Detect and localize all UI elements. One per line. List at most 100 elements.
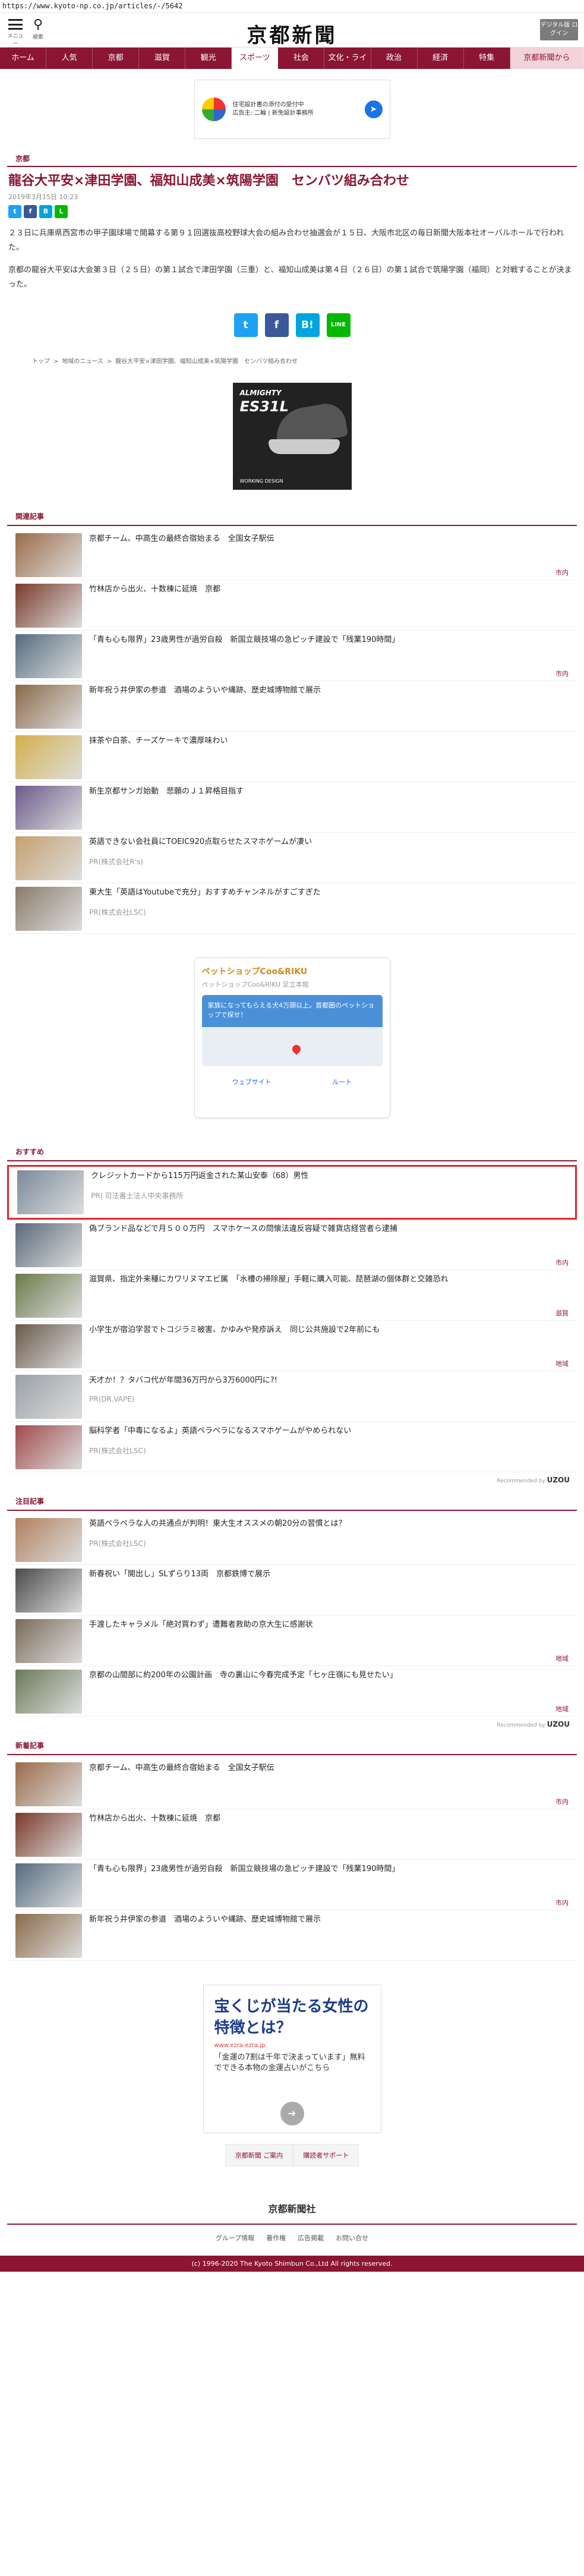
footer-logo[interactable]: 京都新聞社 xyxy=(7,2190,577,2225)
nav-item[interactable]: 政治 xyxy=(371,48,418,69)
list-item[interactable]: 「青も心も限界」23歳男性が過労自殺 新国立競技場の急ピッチ建設で「残業190時… xyxy=(7,631,577,681)
breadcrumb-item[interactable]: トップ xyxy=(32,358,50,365)
twitter-icon[interactable]: t xyxy=(233,313,258,337)
shop-website-button[interactable]: ウェブサイト xyxy=(232,1077,272,1087)
facebook-icon[interactable]: f xyxy=(264,313,289,337)
article-thumbnail[interactable] xyxy=(15,634,82,678)
list-item-title[interactable]: クレジットカードから115万円返金された某山安泰（68）男性 xyxy=(91,1170,567,1182)
ad-arrow-icon[interactable]: ➤ xyxy=(364,100,383,118)
list-item-title[interactable]: 京都の山間部に約200年の公園計画 寺の裏山に今春完成予定「七ヶ庄嶺にも見せたい… xyxy=(89,1670,569,1681)
list-item[interactable]: 英語ペラペラな人の共通点が判明！東大生オススメの朝20分の習慣とは？ PR(株式会… xyxy=(7,1514,577,1565)
list-item-title[interactable]: 小学生が宿泊学習でトコジラミ被害、かゆみや発疹訴え 同じ公共施設で2年前にも xyxy=(89,1324,569,1336)
list-item[interactable]: 手渡したキャラメル「絶対買わず」遭難者救助の京大生に感謝状地域 xyxy=(7,1615,577,1666)
list-item[interactable]: 滋賀県、指定外来種にカワリヌマエビ属 「水槽の掃除屋」手軽に購入可能、琵琶湖の個… xyxy=(7,1270,577,1321)
list-item-title[interactable]: 偽ブランド品などで月５００万円 スマホケースの問懐法違反容疑で雑貨店経営者ら逮捕 xyxy=(89,1223,569,1235)
article-thumbnail[interactable] xyxy=(15,1324,82,1368)
list-item-title[interactable]: 抹茶や白茶、チーズケーキで濃厚味わい xyxy=(89,735,569,747)
digital-login-button[interactable]: デジタル版 ログイン xyxy=(540,19,578,40)
list-item[interactable]: 京都チーム、中高生の最終合宿始まる 全国女子駅伝市内 xyxy=(7,1759,577,1809)
footer-link-support[interactable]: 購読者サポート xyxy=(293,2144,359,2166)
article-thumbnail[interactable] xyxy=(15,1375,82,1419)
nav-item[interactable]: 滋賀 xyxy=(139,48,186,69)
article-thumbnail[interactable] xyxy=(15,1425,82,1469)
list-item-title[interactable]: 「青も心も限界」23歳男性が過労自殺 新国立競技場の急ピッチ建設で「残業190時… xyxy=(89,1863,569,1875)
list-item-title[interactable]: 新春祝い「開出し」SLずらり13両 京都鉄博で展示 xyxy=(89,1569,569,1580)
search-button[interactable]: ⚲ 検索 xyxy=(30,18,46,41)
line-icon[interactable]: LINE xyxy=(326,313,351,337)
category-label[interactable]: 地域 xyxy=(555,1359,569,1368)
nav-item[interactable]: 社会 xyxy=(278,48,325,69)
list-item-title[interactable]: 東大生「英語はYoutubeで充分」おすすめチャンネルがすごすぎた xyxy=(89,887,569,899)
shop-ad[interactable]: ペットショップCoo&RIKU ペットショップCoo&RIKU 足立本館 家族に… xyxy=(194,958,390,1118)
category-label[interactable]: 市内 xyxy=(555,1258,569,1267)
list-item[interactable]: 竹林店から出火、十数棟に延焼 京都 xyxy=(7,580,577,631)
list-item[interactable]: 英語できない会社員にTOEIC920点取らせたスマホゲームが凄い PR(株式会社R… xyxy=(7,833,577,883)
uzou-logo[interactable]: UZOU xyxy=(547,1720,570,1728)
nav-item[interactable]: 人気 xyxy=(46,48,93,69)
list-item[interactable]: 脳科学者「中毒になるよ」英語ペラペラになるスマホゲームがやめられない PR(株式会… xyxy=(7,1422,577,1472)
article-thumbnail[interactable] xyxy=(15,1914,82,1958)
article-thumbnail[interactable] xyxy=(17,1170,84,1214)
list-item[interactable]: 京都の山間部に約200年の公園計画 寺の裏山に今春完成予定「七ヶ庄嶺にも見せたい… xyxy=(7,1666,577,1717)
article-thumbnail[interactable] xyxy=(15,786,82,830)
top-ad-banner[interactable]: 住宅設計書の添付の受付中 広告主: 二輪 | 新免設計事務所 ➤ xyxy=(194,80,390,139)
list-item-title[interactable]: 新年祝う井伊家の参道 酒場のよういや縄跡、歴史城博物館で展示 xyxy=(89,1914,569,1926)
menu-button[interactable]: メニュー xyxy=(7,19,24,47)
category-label[interactable]: 市内 xyxy=(555,669,569,678)
footer-nav-item[interactable]: 広告掲載 xyxy=(298,2234,324,2242)
nav-item[interactable]: 観光 xyxy=(185,48,232,69)
shop-map[interactable]: 家族になってもらえる犬4万頭以上。首都圏のペットショップで探せ！ xyxy=(201,995,383,1066)
list-item[interactable]: 「青も心も限界」23歳男性が過労自殺 新国立競技場の急ピッチ建設で「残業190時… xyxy=(7,1860,577,1910)
category-label[interactable]: 市内 xyxy=(555,1797,569,1806)
list-item-title[interactable]: 英語ペラペラな人の共通点が判明！東大生オススメの朝20分の習慣とは？ xyxy=(89,1518,569,1530)
article-thumbnail[interactable] xyxy=(15,685,82,729)
article-thumbnail[interactable] xyxy=(15,887,82,931)
nav-item[interactable]: 京都新聞から xyxy=(510,48,584,69)
article-thumbnail[interactable] xyxy=(15,735,82,779)
list-item-title[interactable]: 天才か！？タバコ代が年間36万円から3万6000円に?! xyxy=(89,1375,569,1387)
uzou-logo[interactable]: UZOU xyxy=(547,1476,570,1484)
list-item-title[interactable]: 新生京都サンガ始動 悲願のＪ１昇格目指す xyxy=(89,786,569,798)
list-item[interactable]: 小学生が宿泊学習でトコジラミ被害、かゆみや発疹訴え 同じ公共施設で2年前にも地域 xyxy=(7,1321,577,1371)
article-thumbnail[interactable] xyxy=(15,584,82,628)
footer-nav-item[interactable]: お問い合せ xyxy=(336,2234,368,2242)
line-icon[interactable]: L xyxy=(55,205,68,218)
article-thumbnail[interactable] xyxy=(15,1274,82,1318)
list-item[interactable]: 新春祝い「開出し」SLずらり13両 京都鉄博で展示 xyxy=(7,1565,577,1615)
arrow-right-icon[interactable]: ➔ xyxy=(280,2102,304,2125)
list-item[interactable]: 京都チーム、中高生の最終合宿始まる 全国女子駅伝市内 xyxy=(7,530,577,580)
list-item[interactable]: クレジットカードから115万円返金された某山安泰（68）男性 PR| 司法書士法人… xyxy=(7,1165,577,1220)
list-item-title[interactable]: 京都チーム、中高生の最終合宿始まる 全国女子駅伝 xyxy=(89,533,569,545)
nav-item[interactable]: スポーツ xyxy=(232,48,279,69)
list-item[interactable]: 新年祝う井伊家の参道 酒場のよういや縄跡、歴史城博物館で展示 xyxy=(7,1910,577,1961)
list-item-title[interactable]: 京都チーム、中高生の最終合宿始まる 全国女子駅伝 xyxy=(89,1762,569,1774)
article-thumbnail[interactable] xyxy=(15,1670,82,1714)
category-label[interactable]: 市内 xyxy=(555,568,569,577)
list-item-title[interactable]: 手渡したキャラメル「絶対買わず」遭難者救助の京大生に感謝状 xyxy=(89,1619,569,1631)
shoe-ad[interactable]: ALMIGHTY ES31L WORKING DESIGN xyxy=(232,383,352,490)
article-thumbnail[interactable] xyxy=(15,1569,82,1613)
list-item[interactable]: 新年祝う井伊家の参道 酒場のよういや縄跡、歴史城博物館で展示 xyxy=(7,681,577,732)
nav-item[interactable]: ホーム xyxy=(0,48,47,69)
list-item-title[interactable]: 英語できない会社員にTOEIC920点取らせたスマホゲームが凄い xyxy=(89,836,569,848)
nav-item[interactable]: 京都 xyxy=(93,48,140,69)
list-item-title[interactable]: 竹林店から出火、十数棟に延焼 京都 xyxy=(89,1813,569,1825)
breadcrumb-item[interactable]: 地域のニュース xyxy=(62,358,103,365)
lottery-ad[interactable]: 宝くじが当たる女性の特徴とは？ www.ezra-ezra.jp 「金運の7割は… xyxy=(203,1985,381,2133)
article-thumbnail[interactable] xyxy=(15,1518,82,1562)
nav-item[interactable]: 経済 xyxy=(418,48,464,69)
list-item[interactable]: 竹林店から出火、十数棟に延焼 京都 xyxy=(7,1809,577,1860)
list-item[interactable]: 東大生「英語はYoutubeで充分」おすすめチャンネルがすごすぎた PR(株式会社… xyxy=(7,883,577,934)
category-label[interactable]: 地域 xyxy=(555,1654,569,1663)
article-thumbnail[interactable] xyxy=(15,1813,82,1857)
list-item[interactable]: 抹茶や白茶、チーズケーキで濃厚味わい xyxy=(7,732,577,782)
article-thumbnail[interactable] xyxy=(15,1762,82,1806)
list-item-title[interactable]: 滋賀県、指定外来種にカワリヌマエビ属 「水槽の掃除屋」手軽に購入可能、琵琶湖の個… xyxy=(89,1274,569,1286)
twitter-icon[interactable]: t xyxy=(8,205,21,218)
category-label[interactable]: 地域 xyxy=(555,1704,569,1714)
footer-nav-item[interactable]: 著作権 xyxy=(266,2234,286,2242)
article-thumbnail[interactable] xyxy=(15,836,82,880)
list-item[interactable]: 新生京都サンガ始動 悲願のＪ１昇格目指す xyxy=(7,782,577,833)
category-label[interactable]: 市内 xyxy=(555,1898,569,1907)
hatena-icon[interactable]: B xyxy=(39,205,52,218)
